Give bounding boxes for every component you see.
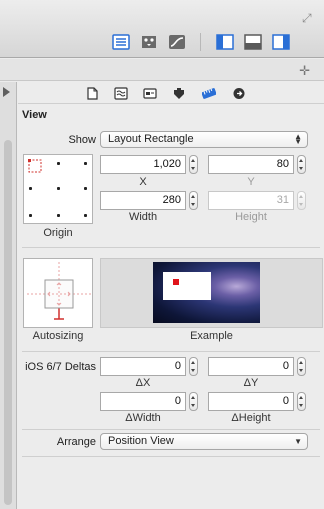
updown-chevron-icon: ▲ ▼ — [294, 132, 302, 146]
autosizing-springs-struts-icon[interactable] — [24, 259, 94, 329]
arrange-popup[interactable]: Position View ▼ — [100, 433, 308, 450]
origin-selector[interactable] — [23, 154, 93, 224]
y-label: Y — [247, 176, 255, 188]
x-stepper[interactable] — [189, 155, 198, 174]
origin-point[interactable] — [57, 214, 60, 217]
origin-label: Origin — [43, 227, 73, 239]
chevron-down-icon: ▼ — [294, 437, 302, 446]
left-gutter — [0, 82, 17, 509]
size-inspector-panel: View Show Layout Rectangle ▲ ▼ Origin 1,0… — [18, 82, 324, 509]
origin-anchor-icon[interactable] — [28, 159, 42, 173]
delta-y-stepper[interactable] — [297, 357, 306, 376]
height-field[interactable]: 31 — [208, 191, 294, 210]
divider — [22, 429, 320, 430]
disclosure-arrow-icon[interactable] — [3, 87, 10, 97]
editor-standard-icon[interactable] — [112, 34, 130, 50]
divider — [22, 247, 320, 248]
y-field[interactable]: 80 — [208, 155, 294, 174]
origin-point[interactable] — [57, 162, 60, 165]
origin-point[interactable] — [29, 187, 32, 190]
section-title: View — [22, 109, 47, 121]
show-popup[interactable]: Layout Rectangle ▲ ▼ — [100, 131, 308, 148]
quick-help-icon[interactable] — [114, 87, 128, 100]
divider — [22, 351, 320, 352]
delta-y-label: ΔY — [243, 377, 259, 389]
delta-width-label: ΔWidth — [125, 412, 161, 424]
x-label: X — [139, 176, 147, 188]
library-strip: ✛ — [0, 59, 324, 81]
delta-x-label: ΔX — [135, 377, 151, 389]
attributes-inspector-icon[interactable] — [172, 87, 186, 100]
delta-x-stepper[interactable] — [189, 357, 198, 376]
example-preview — [100, 258, 323, 328]
autosizing-control[interactable] — [23, 258, 93, 328]
origin-point[interactable] — [84, 162, 87, 165]
width-stepper[interactable] — [189, 191, 198, 210]
delta-height-label: ΔHeight — [231, 412, 271, 424]
autosizing-label: Autosizing — [32, 330, 84, 342]
origin-point[interactable] — [84, 187, 87, 190]
fullscreen-resize-icon[interactable]: ⤢ — [302, 12, 314, 24]
delta-height-field[interactable]: 0 — [208, 392, 294, 411]
delta-height-stepper[interactable] — [297, 392, 306, 411]
file-inspector-icon[interactable] — [85, 87, 99, 100]
delta-x-field[interactable]: 0 — [100, 357, 186, 376]
origin-point[interactable] — [84, 214, 87, 217]
window-toolbar: ⤢ — [0, 0, 324, 58]
example-view-marker — [173, 279, 179, 285]
deltas-label: iOS 6/7 Deltas — [25, 361, 96, 373]
editor-assistant-icon[interactable] — [140, 34, 158, 50]
origin-point[interactable] — [29, 214, 32, 217]
delta-width-field[interactable]: 0 — [100, 392, 186, 411]
add-icon[interactable]: ✛ — [299, 63, 310, 79]
arrange-popup-value: Position View — [108, 435, 174, 447]
scrollbar[interactable] — [4, 140, 12, 505]
arrange-label: Arrange — [56, 436, 96, 448]
identity-inspector-icon[interactable] — [143, 87, 157, 100]
width-label: Width — [128, 211, 158, 223]
height-label: Height — [235, 211, 267, 223]
size-inspector-icon[interactable] — [202, 87, 216, 100]
connections-inspector-icon[interactable] — [232, 87, 246, 100]
width-field[interactable]: 280 — [100, 191, 186, 210]
delta-width-stepper[interactable] — [189, 392, 198, 411]
origin-point[interactable] — [57, 187, 60, 190]
inspector-tabs — [18, 82, 324, 104]
x-field[interactable]: 1,020 — [100, 155, 186, 174]
example-view — [163, 272, 211, 300]
debug-area-toggle-icon[interactable] — [244, 34, 262, 50]
editor-version-icon[interactable] — [168, 34, 186, 50]
navigator-toggle-icon[interactable] — [216, 34, 234, 50]
y-stepper[interactable] — [297, 155, 306, 174]
example-screen-image — [153, 262, 260, 323]
delta-y-field[interactable]: 0 — [208, 357, 294, 376]
show-popup-value: Layout Rectangle — [108, 133, 194, 145]
height-stepper[interactable] — [297, 191, 306, 210]
example-label: Example — [190, 330, 233, 342]
divider — [22, 456, 320, 457]
show-label: Show — [68, 134, 96, 146]
toolbar-separator — [200, 33, 201, 51]
utilities-toggle-icon[interactable] — [272, 34, 290, 50]
